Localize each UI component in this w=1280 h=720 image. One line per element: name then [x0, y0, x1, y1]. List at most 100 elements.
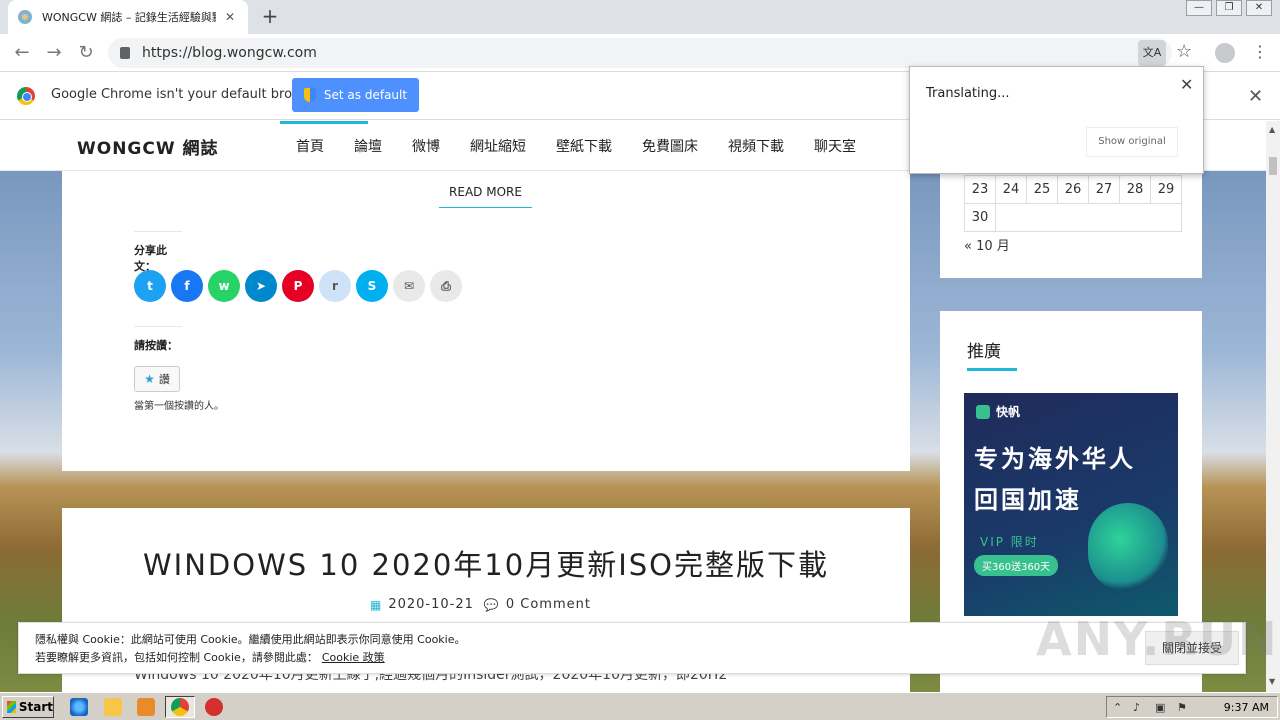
- share-label: 分享此文：: [134, 231, 182, 274]
- back-icon[interactable]: ←: [10, 41, 34, 65]
- chrome-logo-icon: [17, 87, 35, 105]
- share-whatsapp-icon[interactable]: w: [208, 270, 240, 302]
- ad-illustration: [1088, 503, 1168, 593]
- share-telegram-icon[interactable]: ➤: [245, 270, 277, 302]
- star-icon: ★: [144, 372, 155, 386]
- alert-app-icon[interactable]: [205, 698, 223, 716]
- lock-icon: [120, 47, 130, 59]
- cookie-policy-link[interactable]: Cookie 政策: [322, 651, 385, 664]
- infobar-close-icon[interactable]: ✕: [1248, 86, 1263, 107]
- header-accent-bar: [280, 121, 368, 124]
- calendar-day: 24: [995, 175, 1027, 204]
- post-meta: ▦ 2020-10-21 💬 0 Comment: [370, 597, 591, 612]
- minimize-button[interactable]: —: [1186, 0, 1212, 16]
- start-label: Start: [18, 700, 53, 714]
- start-button[interactable]: Start: [2, 696, 54, 718]
- network-icon[interactable]: ▣: [1155, 701, 1165, 714]
- like-first-text: 當第一個按讚的人。: [134, 401, 224, 412]
- read-more-link[interactable]: READ MORE: [439, 185, 532, 208]
- profile-avatar-icon[interactable]: [1215, 43, 1235, 63]
- ad-brand-name: 快帆: [996, 405, 1021, 419]
- site-favicon-icon: [18, 10, 32, 24]
- share-reddit-icon[interactable]: r: [319, 270, 351, 302]
- nav-item-url-shortener[interactable]: 網址縮短: [470, 136, 526, 156]
- calendar-prev-month-link[interactable]: « 10 月: [964, 235, 1010, 254]
- explorer-folder-icon[interactable]: [104, 698, 122, 716]
- site-title[interactable]: WONGCW 網誌: [77, 134, 219, 159]
- nav-item-forum[interactable]: 論壇: [354, 136, 382, 156]
- share-twitter-icon[interactable]: t: [134, 270, 166, 302]
- maximize-button[interactable]: ❐: [1216, 0, 1242, 16]
- tab-close-icon[interactable]: ✕: [222, 10, 238, 24]
- translate-popup: Translating... ✕ Show original: [909, 66, 1204, 174]
- shield-icon: [303, 88, 316, 102]
- like-button[interactable]: ★ 讚: [134, 366, 180, 392]
- translate-close-icon[interactable]: ✕: [1180, 75, 1193, 94]
- scroll-down-icon[interactable]: ▼: [1269, 677, 1275, 686]
- share-pinterest-icon[interactable]: P: [282, 270, 314, 302]
- nav-item-weibo[interactable]: 微博: [412, 136, 440, 156]
- post-title[interactable]: WINDOWS 10 2020年10月更新ISO完整版下載: [62, 542, 910, 584]
- reload-icon[interactable]: ↻: [74, 41, 98, 65]
- article-card: READ MORE 分享此文： t f w ➤ Pr S ✉ ⎙ 請按讚： ★ 讚 當第一個按…: [62, 171, 910, 471]
- page-scrollbar[interactable]: ▲ ▼: [1266, 121, 1280, 692]
- volume-icon[interactable]: ♪: [1133, 701, 1140, 714]
- translate-status: Translating...: [926, 86, 1010, 101]
- scroll-thumb[interactable]: [1269, 157, 1277, 175]
- menu-kebab-icon[interactable]: ⋮: [1252, 42, 1268, 61]
- set-as-default-label: Set as default: [323, 88, 408, 102]
- main-nav: 首頁 論壇 微博 網址縮短 壁紙下載 免費圖床 視頻下載 聊天室: [296, 136, 886, 156]
- anyrun-watermark: ANY.RUN: [1036, 612, 1279, 666]
- bookmark-star-icon[interactable]: ☆: [1176, 41, 1192, 62]
- nav-item-video-download[interactable]: 視頻下載: [728, 136, 784, 156]
- cookie-line-2: 若要瞭解更多資訊，包括如何控制 Cookie，請參閱此處： Cookie 政策: [35, 649, 385, 665]
- promo-title: 推廣: [967, 342, 1001, 362]
- browser-tab[interactable]: WONGCW 網誌 – 記錄生活經驗與點 ✕: [8, 0, 248, 34]
- calendar-empty: [995, 203, 1182, 232]
- new-tab-button[interactable]: +: [258, 4, 282, 28]
- system-tray: ⌃ ♪ ▣ ⚑ 9:37 AM: [1106, 696, 1278, 718]
- set-as-default-button[interactable]: Set as default: [292, 78, 419, 112]
- calendar-icon: ▦: [370, 597, 383, 612]
- ie-icon[interactable]: [70, 698, 88, 716]
- calendar-day: 29: [1150, 175, 1182, 204]
- tray-arrow-icon[interactable]: ⌃: [1113, 701, 1122, 714]
- ad-headline-1: 专为海外华人: [974, 445, 1136, 473]
- cookie-line-1: 隱私權與 Cookie：此網站可使用 Cookie。繼續使用此網站即表示你同意使…: [35, 633, 466, 646]
- window-controls: — ❐ ✕: [1182, 0, 1272, 16]
- calendar-day: 25: [1026, 175, 1058, 204]
- nav-item-image-host[interactable]: 免費圖床: [642, 136, 698, 156]
- share-print-icon[interactable]: ⎙: [430, 270, 462, 302]
- post-comments[interactable]: 0 Comment: [506, 597, 591, 612]
- translate-icon[interactable]: 文A: [1138, 40, 1166, 66]
- promo-banner[interactable]: 快帆 专为海外华人 回国加速 VIP 限时 买360送360天: [964, 393, 1178, 616]
- flag-notify-icon[interactable]: ⚑: [1177, 701, 1187, 714]
- windows-flag-icon: [7, 701, 16, 713]
- infobar-message: Google Chrome isn't your default browser: [51, 87, 323, 102]
- scroll-up-icon[interactable]: ▲: [1269, 125, 1275, 134]
- post-date[interactable]: 2020-10-21: [388, 597, 474, 612]
- nav-item-chatroom[interactable]: 聊天室: [814, 136, 856, 156]
- url-text: https://blog.wongcw.com: [142, 45, 317, 61]
- calendar-day: 23: [964, 175, 996, 204]
- calendar-day: 28: [1119, 175, 1151, 204]
- address-bar[interactable]: https://blog.wongcw.com: [108, 38, 1172, 68]
- ad-brand: 快帆: [976, 403, 1020, 420]
- web-page: WONGCW 網誌 首頁 論壇 微博 網址縮短 壁紙下載 免費圖床 視頻下載 聊…: [0, 121, 1266, 692]
- nav-item-home[interactable]: 首頁: [296, 136, 324, 156]
- share-email-icon[interactable]: ✉: [393, 270, 425, 302]
- show-original-button[interactable]: Show original: [1086, 127, 1178, 157]
- nav-item-wallpapers[interactable]: 壁紙下載: [556, 136, 612, 156]
- ad-headline-2: 回国加速: [974, 486, 1082, 514]
- like-label: 請按讚：: [134, 326, 182, 353]
- share-skype-icon[interactable]: S: [356, 270, 388, 302]
- forward-icon[interactable]: →: [42, 41, 66, 65]
- chrome-icon: [171, 698, 189, 716]
- tab-strip: WONGCW 網誌 – 記錄生活經驗與點 ✕ + — ❐ ✕: [0, 0, 1280, 34]
- share-facebook-icon[interactable]: f: [171, 270, 203, 302]
- promo-title-underline: [967, 368, 1017, 371]
- media-player-icon[interactable]: [137, 698, 155, 716]
- calendar-day: 26: [1057, 175, 1089, 204]
- close-window-button[interactable]: ✕: [1246, 0, 1272, 16]
- ad-logo-icon: [976, 404, 990, 419]
